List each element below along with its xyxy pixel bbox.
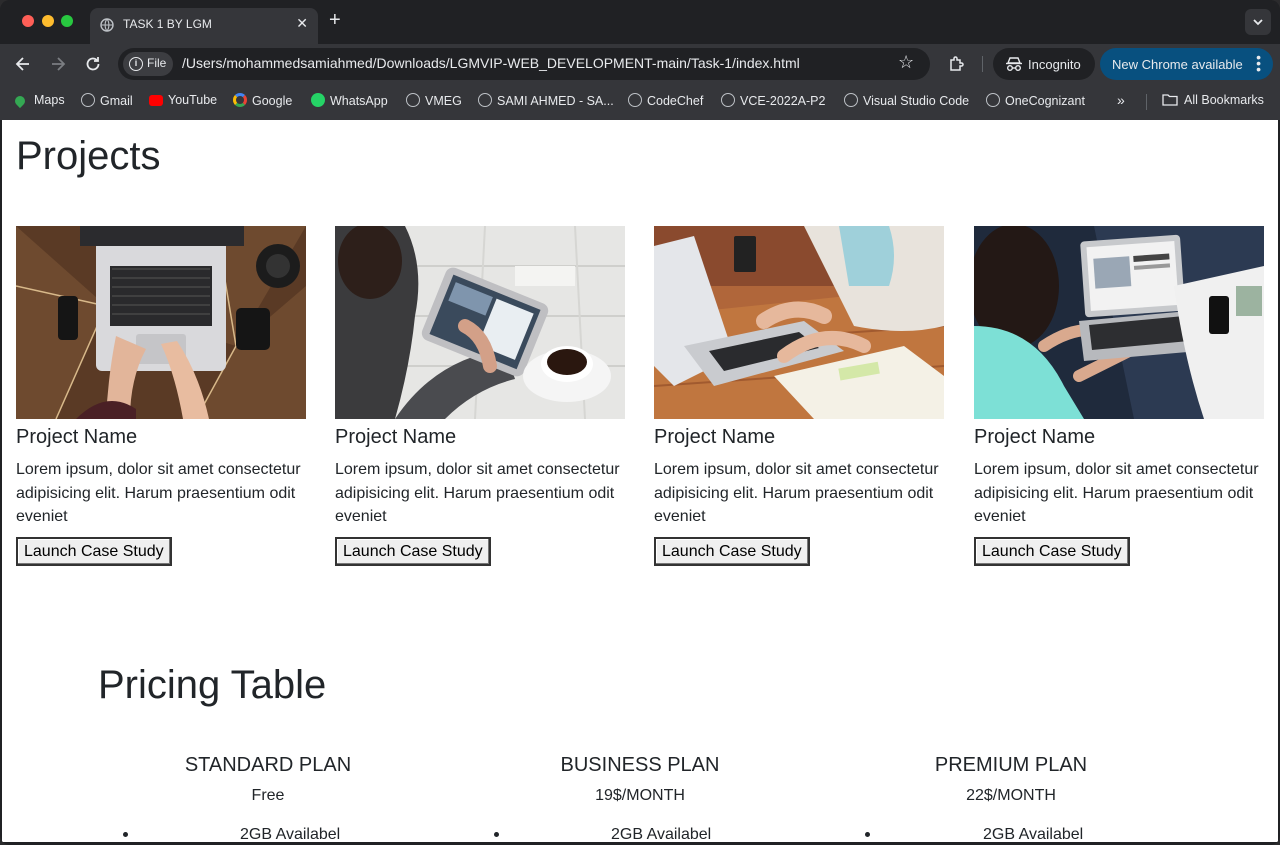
bookmark-vmeg[interactable]: VMEG [406,93,462,111]
minimize-window-button[interactable] [42,15,54,27]
incognito-icon [1006,57,1022,71]
globe-icon [81,93,95,107]
bookmarks-bar: Maps Gmail YouTube Google WhatsApp VMEG … [0,84,1280,120]
project-image-tablet [335,226,625,419]
tab-search-button[interactable] [1245,9,1271,35]
project-name: Project Name [974,426,1096,448]
list-bullet [123,832,128,837]
site-info-button[interactable]: i File [123,52,173,76]
plan-price: 22$/MONTH [966,787,1056,804]
globe-icon [100,18,114,32]
plan-price: 19$/MONTH [595,787,685,804]
incognito-profile-button[interactable]: Incognito [993,48,1095,80]
projects-heading: Projects [16,134,161,178]
bookmark-gmail[interactable]: Gmail [81,93,133,111]
plan-business: BUSINESS PLAN 19$/MONTH [454,754,826,805]
folder-icon [1162,94,1178,106]
plan-name: PREMIUM PLAN [934,754,1088,776]
globe-icon [406,93,420,107]
browser-window: TASK 1 BY LGM ✕ + i File /Users/mohammed… [0,0,1280,845]
bookmark-maps[interactable]: Maps [12,93,65,111]
extensions-puzzle-icon[interactable] [947,54,967,74]
bookmark-sami-ahmed[interactable]: SAMI AHMED - SA... [478,93,614,111]
globe-icon [478,93,492,107]
bookmark-star-icon[interactable]: ☆ [898,52,914,73]
globe-icon [721,93,735,107]
new-tab-button[interactable]: + [329,9,341,32]
update-label: New Chrome available [1112,57,1243,72]
project-description: Lorem ipsum, dolor sit amet consectetur … [654,461,939,525]
plan-feature: 2GB Availabel [611,826,712,842]
tab-active[interactable]: TASK 1 BY LGM ✕ [90,8,318,44]
bookmark-vscode[interactable]: Visual Studio Code [844,93,969,111]
page-content: Projects Project Name Lorem ipsum, dolor… [2,120,1278,842]
chevron-down-icon [1253,19,1263,26]
tab-title: TASK 1 BY LGM [123,17,212,31]
toolbar-divider [982,56,983,72]
forward-arrow-icon[interactable] [48,54,68,74]
project-description: Lorem ipsum, dolor sit amet consectetur … [974,461,1259,525]
incognito-label: Incognito [1028,57,1081,72]
bookmark-youtube[interactable]: YouTube [149,93,217,111]
tab-close-icon[interactable]: ✕ [296,15,308,32]
bookmark-vce[interactable]: VCE-2022A-P2 [721,93,825,111]
plan-standard: STANDARD PLAN Free [82,754,454,805]
back-arrow-icon[interactable] [13,54,33,74]
plan-premium: PREMIUM PLAN 22$/MONTH [825,754,1197,805]
project-image-laptop [16,226,306,419]
whatsapp-icon [311,93,325,107]
project-description: Lorem ipsum, dolor sit amet consectetur … [335,461,620,525]
list-bullet [494,832,499,837]
project-name: Project Name [654,426,776,448]
plan-name: STANDARD PLAN [184,754,352,776]
browser-toolbar: i File /Users/mohammedsamiahmed/Download… [0,44,1280,84]
plan-feature: 2GB Availabel [240,826,341,842]
launch-case-study-button[interactable]: Launch Case Study [335,537,491,566]
plan-price: Free [251,787,285,804]
bookmark-whatsapp[interactable]: WhatsApp [311,93,388,111]
plan-feature: 2GB Availabel [983,826,1084,842]
maximize-window-button[interactable] [61,15,73,27]
more-menu-icon[interactable]: • • • [1256,50,1261,76]
project-image-desk [654,226,944,419]
more-bookmarks-chevron-icon[interactable]: » [1117,92,1125,108]
maps-icon [12,93,28,109]
info-icon: i [129,57,143,71]
launch-case-study-button[interactable]: Launch Case Study [654,537,810,566]
google-icon [233,93,247,107]
list-bullet [865,832,870,837]
plan-name: BUSINESS PLAN [560,754,720,776]
reload-icon[interactable] [83,54,103,74]
bookmark-codechef[interactable]: CodeChef [628,93,703,111]
globe-icon [986,93,1000,107]
address-bar[interactable]: i File /Users/mohammedsamiahmed/Download… [118,48,930,80]
launch-case-study-button[interactable]: Launch Case Study [974,537,1130,566]
youtube-icon [149,95,163,106]
pricing-heading: Pricing Table [98,663,327,707]
tab-strip: TASK 1 BY LGM ✕ + [0,0,1280,44]
bookmark-onecognizant[interactable]: OneCognizant [986,93,1085,111]
bookmark-google[interactable]: Google [233,93,292,111]
globe-icon [844,93,858,107]
url-scheme-label: File [147,56,167,70]
update-chrome-button[interactable]: New Chrome available • • • [1100,48,1273,80]
all-bookmarks-folder[interactable]: All Bookmarks [1162,93,1264,111]
launch-case-study-button[interactable]: Launch Case Study [16,537,172,566]
close-window-button[interactable] [22,15,34,27]
url-text[interactable]: /Users/mohammedsamiahmed/Downloads/LGMVI… [182,55,800,71]
project-name: Project Name [335,426,457,448]
project-image-woman-laptop [974,226,1264,419]
project-name: Project Name [16,426,138,448]
bookmarks-divider [1146,94,1147,110]
globe-icon [628,93,642,107]
project-description: Lorem ipsum, dolor sit amet consectetur … [16,461,301,525]
